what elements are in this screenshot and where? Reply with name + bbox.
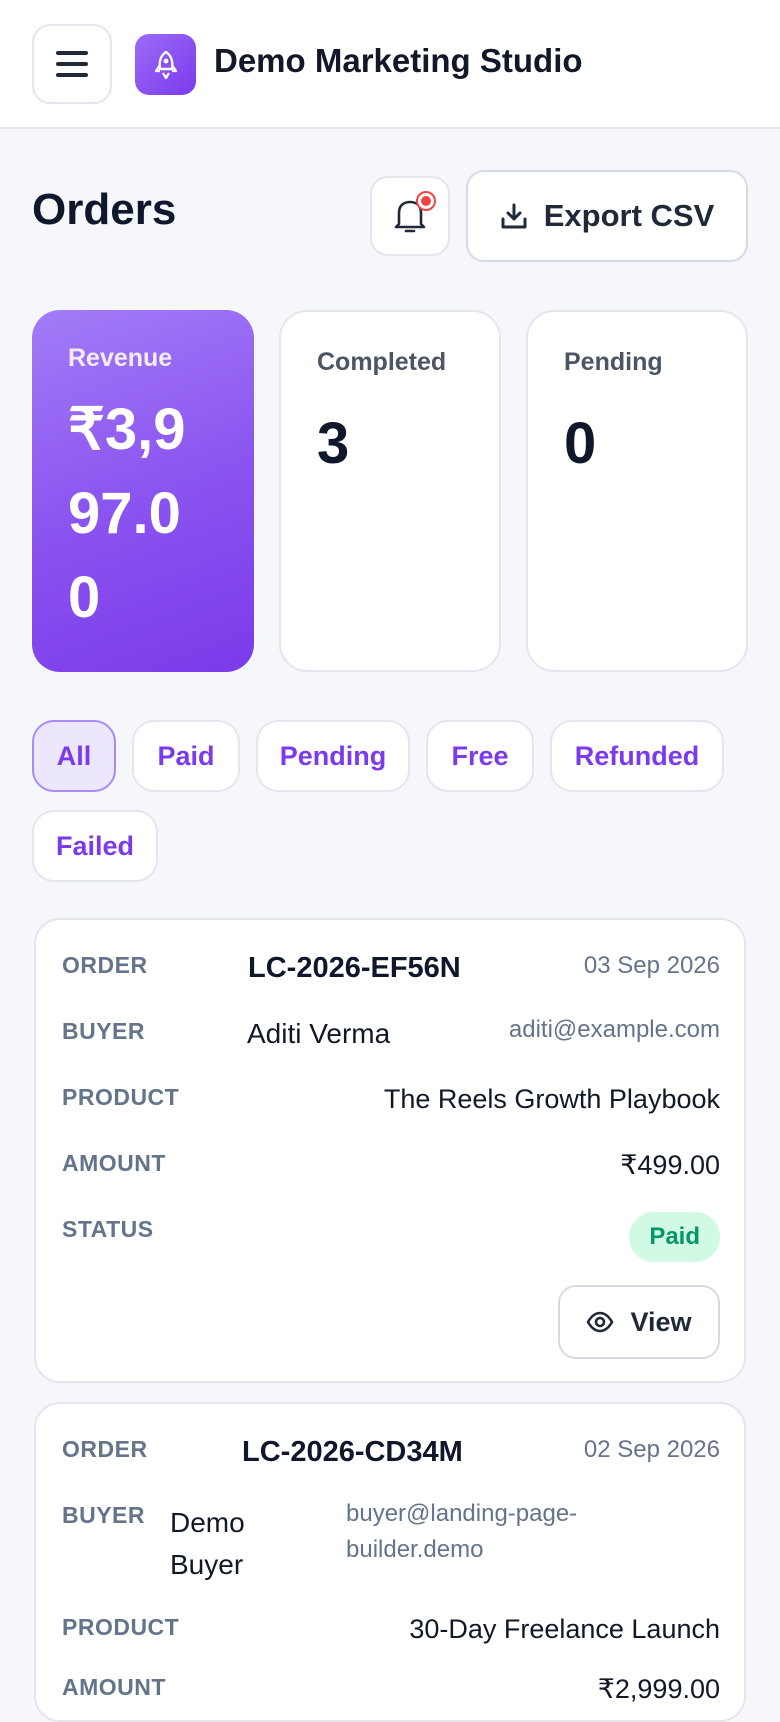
buyer-label: BUYER bbox=[62, 1502, 146, 1528]
buyer-name: Demo Buyer bbox=[170, 1507, 245, 1580]
order-amount: ₹499.00 bbox=[620, 1150, 720, 1180]
download-icon bbox=[501, 203, 527, 229]
product-label: PRODUCT bbox=[62, 1084, 180, 1110]
menu-button[interactable] bbox=[32, 24, 112, 104]
notification-dot bbox=[416, 191, 436, 211]
amount-label: AMOUNT bbox=[62, 1150, 166, 1176]
order-id: LC-2026-EF56N bbox=[248, 952, 461, 984]
filter-chip-pending[interactable]: Pending bbox=[256, 720, 410, 792]
completed-stat-card: Completed 3 bbox=[279, 310, 501, 672]
pending-stat-card: Pending 0 bbox=[526, 310, 748, 672]
order-date: 02 Sep 2026 bbox=[583, 1436, 720, 1463]
filter-chip-paid[interactable]: Paid bbox=[132, 720, 240, 792]
eye-icon bbox=[587, 1311, 614, 1333]
export-csv-button[interactable]: Export CSV bbox=[466, 170, 748, 262]
buyer-email: buyer@landing-page-builder.demo bbox=[346, 1500, 578, 1563]
completed-label: Completed bbox=[317, 348, 447, 376]
filter-chip-free[interactable]: Free bbox=[426, 720, 534, 792]
page-title: Orders bbox=[32, 185, 177, 234]
product-name: 30-Day Freelance Launch bbox=[409, 1614, 720, 1644]
status-badge: Paid bbox=[629, 1212, 720, 1262]
filter-chip-failed[interactable]: Failed bbox=[32, 810, 158, 882]
status-label: STATUS bbox=[62, 1216, 154, 1242]
filter-chip-all[interactable]: All bbox=[32, 720, 116, 792]
buyer-label: BUYER bbox=[62, 1018, 146, 1044]
revenue-stat-card: Revenue ₹3,997.00 bbox=[32, 310, 254, 672]
order-card: ORDER LC-2026-EF56N 03 Sep 2026 BUYER Ad… bbox=[34, 918, 746, 1383]
brand-name: Demo Marketing Studio bbox=[214, 42, 583, 79]
order-date: 03 Sep 2026 bbox=[583, 952, 720, 979]
buyer-email: aditi@example.com bbox=[508, 1016, 720, 1043]
revenue-value: ₹3,997.00 bbox=[68, 397, 186, 630]
pending-value: 0 bbox=[564, 411, 597, 476]
notifications-button[interactable] bbox=[370, 176, 450, 256]
view-order-button[interactable]: View bbox=[558, 1285, 720, 1359]
hamburger-menu-icon bbox=[56, 51, 88, 77]
view-label: View bbox=[630, 1306, 692, 1337]
order-card: ORDER LC-2026-CD34M 02 Sep 2026 BUYER De… bbox=[34, 1402, 746, 1722]
order-id: LC-2026-CD34M bbox=[242, 1436, 463, 1468]
top-bar: Demo Marketing Studio bbox=[0, 0, 780, 129]
order-label: ORDER bbox=[62, 952, 148, 978]
order-amount: ₹2,999.00 bbox=[597, 1674, 720, 1704]
completed-value: 3 bbox=[317, 411, 350, 476]
pending-label: Pending bbox=[564, 348, 663, 376]
order-label: ORDER bbox=[62, 1436, 148, 1462]
product-label: PRODUCT bbox=[62, 1614, 180, 1640]
buyer-name: Aditi Verma bbox=[247, 1018, 391, 1049]
revenue-label: Revenue bbox=[68, 344, 173, 372]
export-csv-label: Export CSV bbox=[543, 198, 715, 233]
product-name: The Reels Growth Playbook bbox=[383, 1084, 720, 1114]
rocket-icon bbox=[135, 34, 196, 95]
filter-chip-refunded[interactable]: Refunded bbox=[550, 720, 724, 792]
